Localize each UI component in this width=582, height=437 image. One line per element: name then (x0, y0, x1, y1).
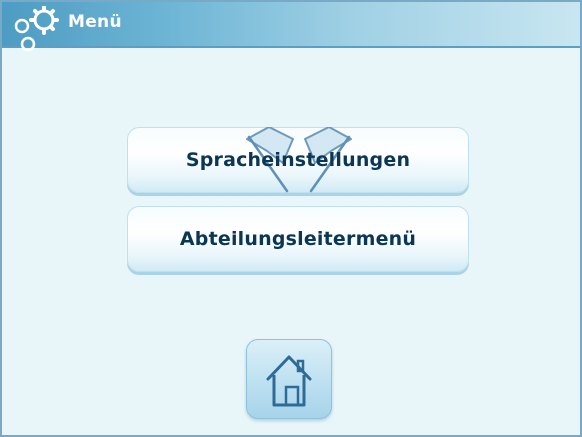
gears-icon (14, 6, 59, 52)
home-icon (266, 355, 312, 407)
title-bar: Menü (2, 2, 580, 52)
language-settings-label: Spracheinstellungen (185, 149, 411, 171)
window: Menü Spracheinstellungen Abteilungsleite… (0, 0, 582, 437)
page-title: Menü (68, 12, 122, 32)
home-button[interactable] (246, 339, 332, 419)
department-manager-menu-label: Abteilungsleitermenü (179, 228, 417, 250)
department-manager-menu-button[interactable]: Abteilungsleitermenü (127, 206, 469, 272)
language-settings-button[interactable]: Spracheinstellungen (127, 127, 469, 193)
